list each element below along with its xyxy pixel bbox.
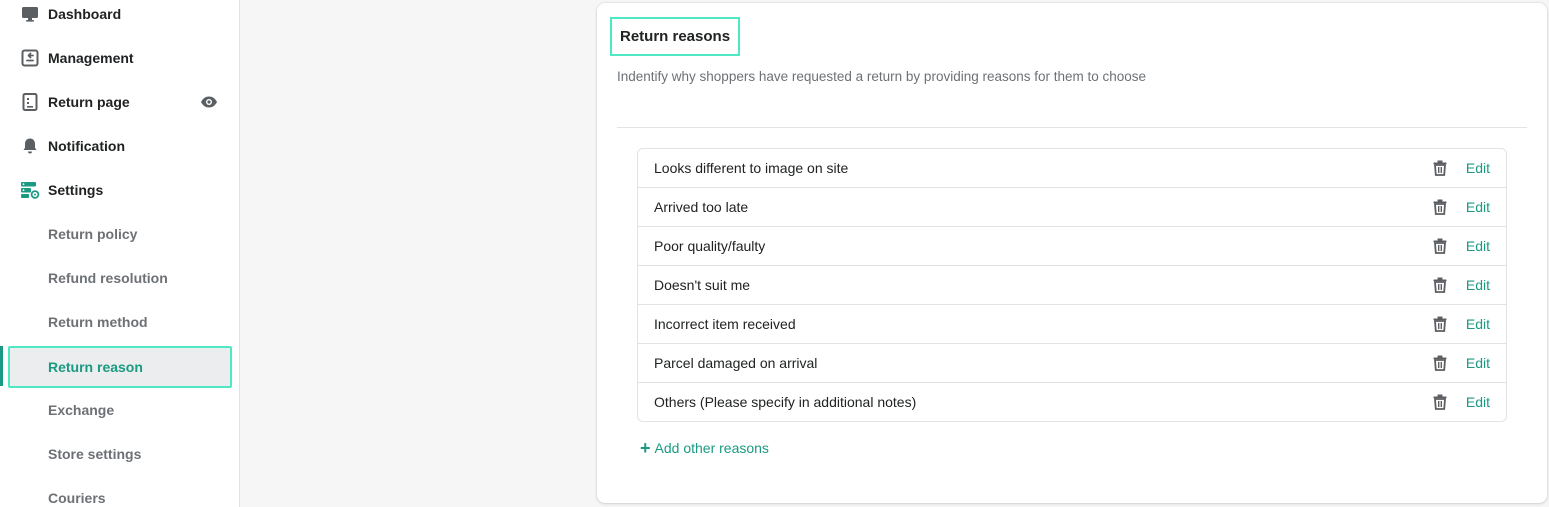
reason-row: Looks different to image on site Edit bbox=[638, 149, 1506, 187]
edit-link[interactable]: Edit bbox=[1466, 316, 1490, 332]
reason-text: Doesn't suit me bbox=[654, 277, 751, 293]
settings-icon bbox=[20, 180, 40, 200]
card-description: Indentify why shoppers have requested a … bbox=[617, 69, 1147, 84]
sidebar-item-label: Dashboard bbox=[48, 6, 122, 22]
reason-text: Looks different to image on site bbox=[654, 160, 849, 176]
sidebar-item-label: Store settings bbox=[48, 446, 142, 462]
sidebar-item-settings[interactable]: Settings bbox=[8, 170, 232, 210]
app: Dashboard Management Return page Notific… bbox=[0, 0, 1549, 507]
reason-text: Others (Please specify in additional not… bbox=[654, 394, 917, 410]
sidebar-item-management[interactable]: Management bbox=[8, 38, 232, 78]
trash-icon[interactable] bbox=[1432, 237, 1448, 255]
return-reasons-card: Return reasons Indentify why shoppers ha… bbox=[597, 3, 1547, 503]
edit-link[interactable]: Edit bbox=[1466, 160, 1490, 176]
reason-row: Incorrect item received Edit bbox=[638, 304, 1506, 343]
edit-link[interactable]: Edit bbox=[1466, 238, 1490, 254]
sidebar-item-return-method[interactable]: Return method bbox=[8, 302, 232, 342]
sidebar-item-label: Return policy bbox=[48, 226, 138, 242]
sidebar-item-label: Management bbox=[48, 50, 134, 66]
sidebar-item-couriers[interactable]: Couriers bbox=[8, 478, 232, 507]
sidebar-item-label: Notification bbox=[48, 138, 125, 154]
sidebar-item-label: Exchange bbox=[48, 402, 115, 418]
reason-row: Parcel damaged on arrival Edit bbox=[638, 343, 1506, 382]
trash-icon[interactable] bbox=[1432, 159, 1448, 177]
reason-row: Poor quality/faulty Edit bbox=[638, 226, 1506, 265]
sidebar-item-label: Return page bbox=[48, 94, 130, 110]
sidebar-item-store-settings[interactable]: Store settings bbox=[8, 434, 232, 474]
reason-text: Poor quality/faulty bbox=[654, 238, 766, 254]
sidebar-item-return-page[interactable]: Return page bbox=[8, 82, 232, 122]
edit-link[interactable]: Edit bbox=[1466, 199, 1490, 215]
sidebar-item-return-policy[interactable]: Return policy bbox=[8, 214, 232, 254]
reason-text: Arrived too late bbox=[654, 199, 749, 215]
reason-row: Arrived too late Edit bbox=[638, 187, 1506, 226]
trash-icon[interactable] bbox=[1432, 198, 1448, 216]
sidebar-item-refund-resolution[interactable]: Refund resolution bbox=[8, 258, 232, 298]
plus-icon: + bbox=[640, 438, 651, 458]
sidebar-item-dashboard[interactable]: Dashboard bbox=[8, 0, 232, 34]
sidebar-item-label: Couriers bbox=[48, 490, 106, 506]
sidebar-item-label: Settings bbox=[48, 182, 104, 198]
sidebar-item-return-reason[interactable]: Return reason bbox=[8, 346, 232, 388]
active-indicator bbox=[0, 346, 3, 386]
add-other-reasons-label: Add other reasons bbox=[654, 440, 769, 456]
monitor-icon bbox=[20, 4, 40, 24]
return-box-icon bbox=[20, 48, 40, 68]
sidebar-item-exchange[interactable]: Exchange bbox=[8, 390, 232, 430]
eye-icon[interactable] bbox=[200, 93, 218, 111]
sidebar: Dashboard Management Return page Notific… bbox=[0, 0, 240, 507]
trash-icon[interactable] bbox=[1432, 354, 1448, 372]
reason-text: Incorrect item received bbox=[654, 316, 796, 332]
reason-row: Doesn't suit me Edit bbox=[638, 265, 1506, 304]
trash-icon[interactable] bbox=[1432, 276, 1448, 294]
reason-list: Looks different to image on site Edit Ar… bbox=[637, 148, 1507, 422]
edit-link[interactable]: Edit bbox=[1466, 394, 1490, 410]
edit-link[interactable]: Edit bbox=[1466, 355, 1490, 371]
sidebar-item-label: Refund resolution bbox=[48, 270, 168, 286]
page-icon bbox=[20, 92, 40, 112]
sidebar-item-label: Return reason bbox=[48, 359, 143, 375]
sidebar-item-notification[interactable]: Notification bbox=[8, 126, 232, 166]
edit-link[interactable]: Edit bbox=[1466, 277, 1490, 293]
sidebar-item-label: Return method bbox=[48, 314, 148, 330]
bell-icon bbox=[20, 136, 40, 156]
reason-text: Parcel damaged on arrival bbox=[654, 355, 818, 371]
trash-icon[interactable] bbox=[1432, 393, 1448, 411]
add-other-reasons-button[interactable]: + Add other reasons bbox=[640, 439, 769, 457]
card-title: Return reasons bbox=[610, 17, 741, 56]
divider bbox=[617, 127, 1527, 128]
trash-icon[interactable] bbox=[1432, 315, 1448, 333]
reason-row: Others (Please specify in additional not… bbox=[638, 382, 1506, 421]
